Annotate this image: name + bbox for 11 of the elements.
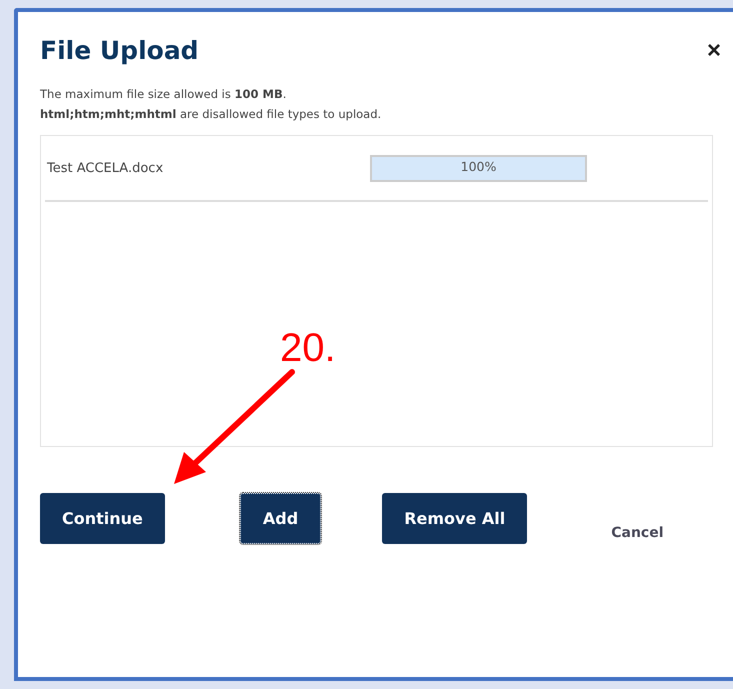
- action-button[interactable]: Remove All: [382, 493, 528, 544]
- upload-note: html;htm;mht;mhtml are disallowed file types to upload.: [40, 107, 382, 121]
- action-button[interactable]: Add: [240, 493, 322, 544]
- cancel-link[interactable]: Cancel: [611, 525, 664, 541]
- progress-reading: 100%: [460, 158, 498, 176]
- file-name: Test ACCELA.docx: [47, 160, 164, 176]
- dialog-title: File Upload: [40, 36, 199, 65]
- close-button[interactable]: ×: [706, 36, 721, 64]
- action-button[interactable]: Continue: [40, 493, 165, 544]
- step-annotation: 20.: [280, 326, 336, 371]
- upload-note: The maximum file size allowed is 100 MB.: [40, 87, 288, 101]
